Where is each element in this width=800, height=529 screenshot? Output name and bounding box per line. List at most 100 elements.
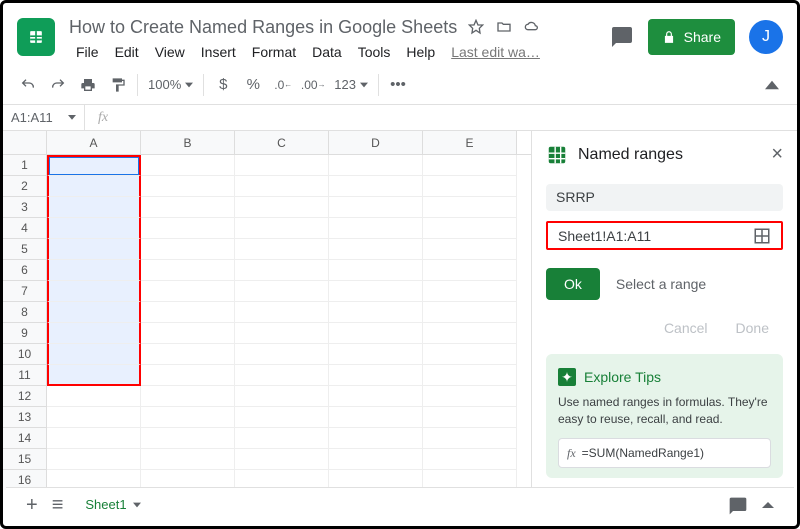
menu-data[interactable]: Data xyxy=(305,42,349,62)
cell[interactable] xyxy=(423,218,517,239)
row-header[interactable]: 5 xyxy=(3,239,47,260)
cell[interactable] xyxy=(141,239,235,260)
zoom-dropdown[interactable]: 100% xyxy=(144,77,197,92)
menu-insert[interactable]: Insert xyxy=(194,42,243,62)
row-header[interactable]: 4 xyxy=(3,218,47,239)
cell[interactable] xyxy=(141,449,235,470)
menu-tools[interactable]: Tools xyxy=(351,42,398,62)
cell[interactable] xyxy=(329,344,423,365)
row-header[interactable]: 15 xyxy=(3,449,47,470)
cell[interactable] xyxy=(47,239,141,260)
paint-format-button[interactable] xyxy=(105,72,131,98)
cell[interactable] xyxy=(423,260,517,281)
menu-help[interactable]: Help xyxy=(399,42,442,62)
cell[interactable] xyxy=(329,365,423,386)
sheet-tab-1[interactable]: Sheet1 xyxy=(77,488,148,523)
cell[interactable] xyxy=(141,323,235,344)
cell[interactable] xyxy=(235,155,329,176)
sheets-logo[interactable] xyxy=(17,18,55,56)
cell[interactable] xyxy=(329,239,423,260)
row-header[interactable]: 2 xyxy=(3,176,47,197)
cell[interactable] xyxy=(329,197,423,218)
close-panel-button[interactable]: × xyxy=(771,143,783,166)
cell[interactable] xyxy=(329,218,423,239)
spreadsheet-grid[interactable]: A B C D E 12345678910111213141516 xyxy=(3,131,531,490)
cell[interactable] xyxy=(423,323,517,344)
add-sheet-button[interactable]: + xyxy=(26,494,38,517)
redo-button[interactable] xyxy=(45,72,71,98)
cell[interactable] xyxy=(329,176,423,197)
cell[interactable] xyxy=(141,155,235,176)
cell[interactable] xyxy=(141,365,235,386)
row-header[interactable]: 6 xyxy=(3,260,47,281)
done-button[interactable]: Done xyxy=(736,320,769,336)
cell[interactable] xyxy=(235,449,329,470)
format-select[interactable]: 123 xyxy=(330,77,372,92)
explore-button[interactable] xyxy=(728,496,748,516)
cell[interactable] xyxy=(47,260,141,281)
range-reference-input[interactable]: Sheet1!A1:A11 xyxy=(546,221,783,250)
formula-input[interactable] xyxy=(121,105,797,130)
account-avatar[interactable]: J xyxy=(749,20,783,54)
cell[interactable] xyxy=(423,197,517,218)
cell[interactable] xyxy=(423,176,517,197)
cell[interactable] xyxy=(141,218,235,239)
cancel-button[interactable]: Cancel xyxy=(664,320,708,336)
cell[interactable] xyxy=(141,260,235,281)
currency-button[interactable]: $ xyxy=(210,72,236,98)
cell[interactable] xyxy=(235,197,329,218)
cell[interactable] xyxy=(329,281,423,302)
cell[interactable] xyxy=(141,302,235,323)
last-edit-link[interactable]: Last edit wa… xyxy=(444,42,547,62)
col-header-e[interactable]: E xyxy=(423,131,517,154)
cell[interactable] xyxy=(47,176,141,197)
cell[interactable] xyxy=(141,344,235,365)
cell[interactable] xyxy=(47,302,141,323)
row-header[interactable]: 7 xyxy=(3,281,47,302)
cloud-status-icon[interactable] xyxy=(523,18,541,36)
cell[interactable] xyxy=(47,323,141,344)
cell[interactable] xyxy=(235,176,329,197)
row-header[interactable]: 10 xyxy=(3,344,47,365)
print-button[interactable] xyxy=(75,72,101,98)
row-header[interactable]: 12 xyxy=(3,386,47,407)
cell[interactable] xyxy=(235,323,329,344)
cell[interactable] xyxy=(329,260,423,281)
cell[interactable] xyxy=(329,155,423,176)
select-all-corner[interactable] xyxy=(3,131,47,154)
comment-history-icon[interactable] xyxy=(610,25,634,49)
cell[interactable] xyxy=(47,344,141,365)
undo-button[interactable] xyxy=(15,72,41,98)
cell[interactable] xyxy=(47,197,141,218)
cell[interactable] xyxy=(141,428,235,449)
cell[interactable] xyxy=(141,407,235,428)
cell[interactable] xyxy=(235,260,329,281)
cell[interactable] xyxy=(141,176,235,197)
cell[interactable] xyxy=(47,365,141,386)
cell[interactable] xyxy=(235,344,329,365)
row-header[interactable]: 11 xyxy=(3,365,47,386)
cell[interactable] xyxy=(423,386,517,407)
menu-view[interactable]: View xyxy=(148,42,192,62)
ok-button[interactable]: Ok xyxy=(546,268,600,300)
collapse-toolbar-icon[interactable] xyxy=(759,72,785,98)
cell[interactable] xyxy=(423,155,517,176)
cell[interactable] xyxy=(235,428,329,449)
row-header[interactable]: 14 xyxy=(3,428,47,449)
doc-title[interactable]: How to Create Named Ranges in Google She… xyxy=(69,17,457,38)
decrease-decimal-button[interactable]: .0← xyxy=(270,72,296,98)
cell[interactable] xyxy=(235,407,329,428)
row-header[interactable]: 13 xyxy=(3,407,47,428)
menu-format[interactable]: Format xyxy=(245,42,303,62)
cell[interactable] xyxy=(423,344,517,365)
percent-button[interactable]: % xyxy=(240,72,266,98)
cell[interactable] xyxy=(329,302,423,323)
name-box[interactable]: A1:A11 xyxy=(3,105,85,130)
cell[interactable] xyxy=(329,449,423,470)
row-header[interactable]: 1 xyxy=(3,155,47,176)
cell[interactable] xyxy=(423,281,517,302)
share-button[interactable]: Share xyxy=(648,19,735,55)
cell[interactable] xyxy=(235,365,329,386)
cell[interactable] xyxy=(235,218,329,239)
star-icon[interactable] xyxy=(467,18,485,36)
